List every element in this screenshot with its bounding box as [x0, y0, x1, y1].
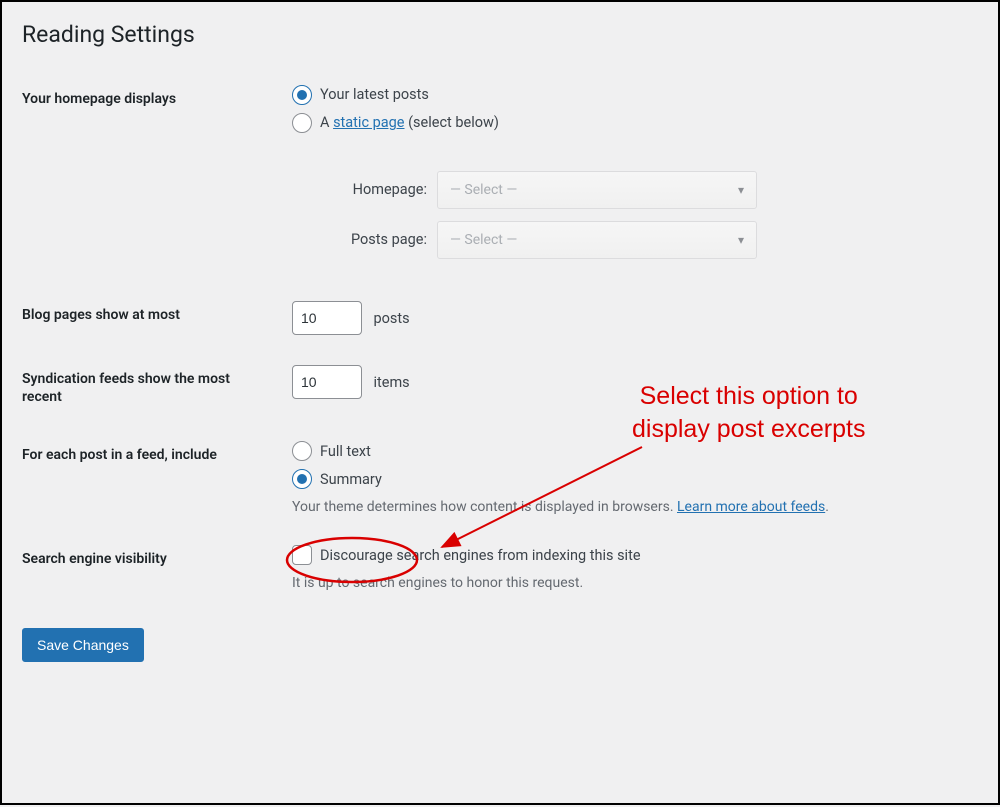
homepage-dropdown-label: Homepage: [322, 181, 427, 198]
radio-static-page[interactable] [292, 113, 312, 133]
radio-summary[interactable] [292, 469, 312, 489]
homepage-displays-label: Your homepage displays [22, 70, 282, 286]
annotation-callout: Select this option to display post excer… [632, 380, 865, 445]
radio-latest-posts-label: Your latest posts [320, 86, 429, 103]
static-page-link[interactable]: static page [333, 114, 404, 131]
discourage-search-label: Discourage search engines from indexing … [320, 547, 641, 564]
feed-content-description: Your theme determines how content is dis… [292, 499, 968, 515]
syndication-label: Syndication feeds show the most recent [22, 350, 282, 426]
syndication-unit: items [373, 374, 409, 391]
search-visibility-label: Search engine visibility [22, 530, 282, 606]
radio-static-page-label: A static page (select below) [320, 114, 499, 131]
search-visibility-description: It is up to search engines to honor this… [292, 575, 968, 591]
blog-pages-unit: posts [373, 310, 409, 327]
radio-full-text[interactable] [292, 441, 312, 461]
chevron-down-icon: ▾ [738, 183, 744, 197]
blog-pages-input[interactable] [292, 301, 362, 335]
radio-summary-label: Summary [320, 471, 382, 488]
settings-form-table: Your homepage displays Your latest posts… [22, 70, 978, 606]
discourage-search-checkbox[interactable] [292, 545, 312, 565]
page-title: Reading Settings [22, 2, 978, 70]
blog-pages-label: Blog pages show at most [22, 286, 282, 350]
chevron-down-icon: ▾ [738, 233, 744, 247]
learn-more-feeds-link[interactable]: Learn more about feeds [677, 499, 825, 515]
settings-page: Reading Settings Your homepage displays … [0, 0, 1000, 805]
radio-latest-posts[interactable] [292, 85, 312, 105]
syndication-input[interactable] [292, 365, 362, 399]
radio-full-text-label: Full text [320, 443, 371, 460]
posts-page-dropdown-label: Posts page: [322, 231, 427, 248]
save-changes-button[interactable]: Save Changes [22, 628, 144, 662]
posts-page-dropdown[interactable]: — Select — ▾ [437, 221, 757, 259]
homepage-dropdown[interactable]: — Select — ▾ [437, 171, 757, 209]
feed-content-label: For each post in a feed, include [22, 426, 282, 530]
